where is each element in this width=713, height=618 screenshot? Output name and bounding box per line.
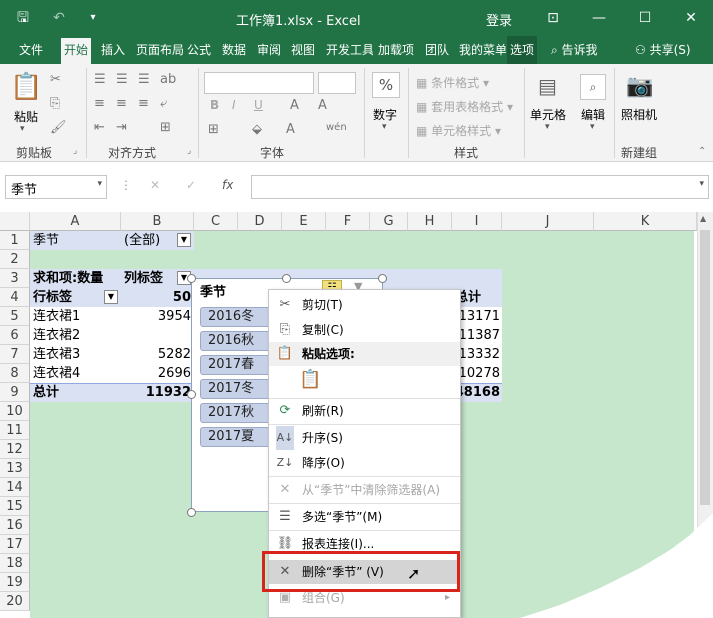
torn-edge-decoration [520,513,713,618]
